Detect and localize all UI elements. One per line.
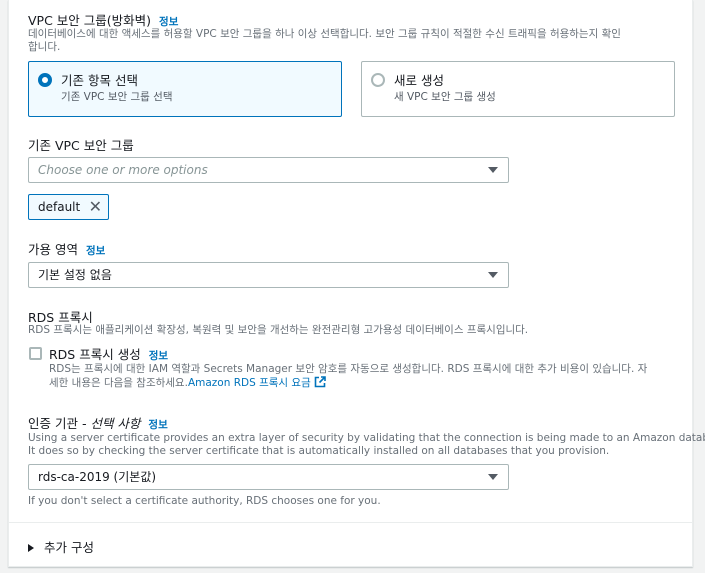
az-value: 기본 설정 없음 [38,268,112,282]
caret-down-icon [488,474,498,480]
rds-proxy-desc: RDS 프록시는 애플리케이션 확장성, 복원력 및 보안을 개선하는 완전관리… [28,324,529,336]
caret-right-icon [28,544,34,552]
sg-title: VPC 보안 그룹(방화벽) [28,13,152,28]
rds-proxy-desc-line1: RDS는 프록시에 대한 IAM 역할과 Secrets Manager 보안 … [49,363,648,375]
ca-description: Using a server certificate provides an e… [28,432,705,458]
rds-proxy-checkbox-label[interactable]: RDS 프록시 생성 [49,347,141,362]
existing-sg-label: 기존 VPC 보안 그룹 [28,138,134,153]
radio-new-card[interactable]: 새로 생성 새 VPC 보안 그룹 생성 [361,61,675,117]
radio-existing[interactable] [38,73,52,87]
additional-config-label: 추가 구성 [44,540,94,555]
az-info-link[interactable]: 정보 [86,245,105,257]
ca-label: 인증 기관 [28,416,78,431]
ca-select[interactable]: rds-ca-2019 (기본값) [28,464,509,490]
rds-proxy-desc-line2: 세한 내용은 다음을 참조하세요. [49,377,188,389]
az-label: 가용 영역 [28,242,78,257]
ca-label-optional: - 선택 사항 [77,416,141,431]
rds-proxy-pricing-link[interactable]: Amazon RDS 프록시 요금 [188,377,311,389]
radio-existing-sub: 기존 VPC 보안 그룹 선택 [61,91,173,103]
external-link-icon[interactable] [314,376,326,392]
section-divider [9,522,692,523]
ca-value: rds-ca-2019 (기본값) [38,470,157,484]
rds-proxy-checkbox-row: RDS 프록시 생성 정보 [49,344,168,363]
ca-hint: If you don't select a certificate author… [28,495,381,507]
additional-config-expander[interactable]: 추가 구성 [28,537,94,556]
sg-heading: VPC 보안 그룹(방화벽) 정보 [28,10,178,29]
ca-desc-line2: It does so by checking the server certif… [28,445,610,457]
sg-desc-line2: 합니다. [28,41,61,53]
existing-sg-multiselect[interactable]: Choose one or more options [28,157,509,183]
az-heading: 가용 영역 정보 [28,239,105,258]
sg-token-default: default ✕ [28,194,109,220]
sg-description: 데이터베이스에 대한 액세스를 허용할 VPC 보안 그룹을 하나 이상 선택합… [28,28,621,54]
caret-down-icon [488,167,498,173]
close-icon[interactable]: ✕ [89,195,102,219]
connectivity-panel: VPC 보안 그룹(방화벽) 정보 데이터베이스에 대한 액세스를 허용할 VPC… [8,0,705,567]
existing-sg-placeholder: Choose one or more options [38,163,208,177]
radio-new-title: 새로 생성 [394,73,444,88]
rds-proxy-checkbox[interactable] [29,347,42,360]
sg-info-link[interactable]: 정보 [159,16,178,28]
ca-heading: 인증 기관 - 선택 사항 정보 [28,413,168,432]
rds-proxy-info-link[interactable]: 정보 [149,350,168,362]
radio-new-sub: 새 VPC 보안 그룹 생성 [394,91,496,103]
radio-existing-title: 기존 항목 선택 [61,73,138,88]
ca-desc-line1: Using a server certificate provides an e… [28,432,705,444]
radio-new[interactable] [371,73,385,87]
rds-proxy-checkbox-desc: RDS는 프록시에 대한 IAM 역할과 Secrets Manager 보안 … [49,362,647,392]
sg-token-label: default [38,200,81,214]
sg-desc-line1: 데이터베이스에 대한 액세스를 허용할 VPC 보안 그룹을 하나 이상 선택합… [28,28,621,40]
ca-info-link[interactable]: 정보 [148,419,167,431]
caret-down-icon [488,272,498,278]
az-select[interactable]: 기본 설정 없음 [28,262,509,288]
radio-existing-card[interactable]: 기존 항목 선택 기존 VPC 보안 그룹 선택 [28,61,342,117]
